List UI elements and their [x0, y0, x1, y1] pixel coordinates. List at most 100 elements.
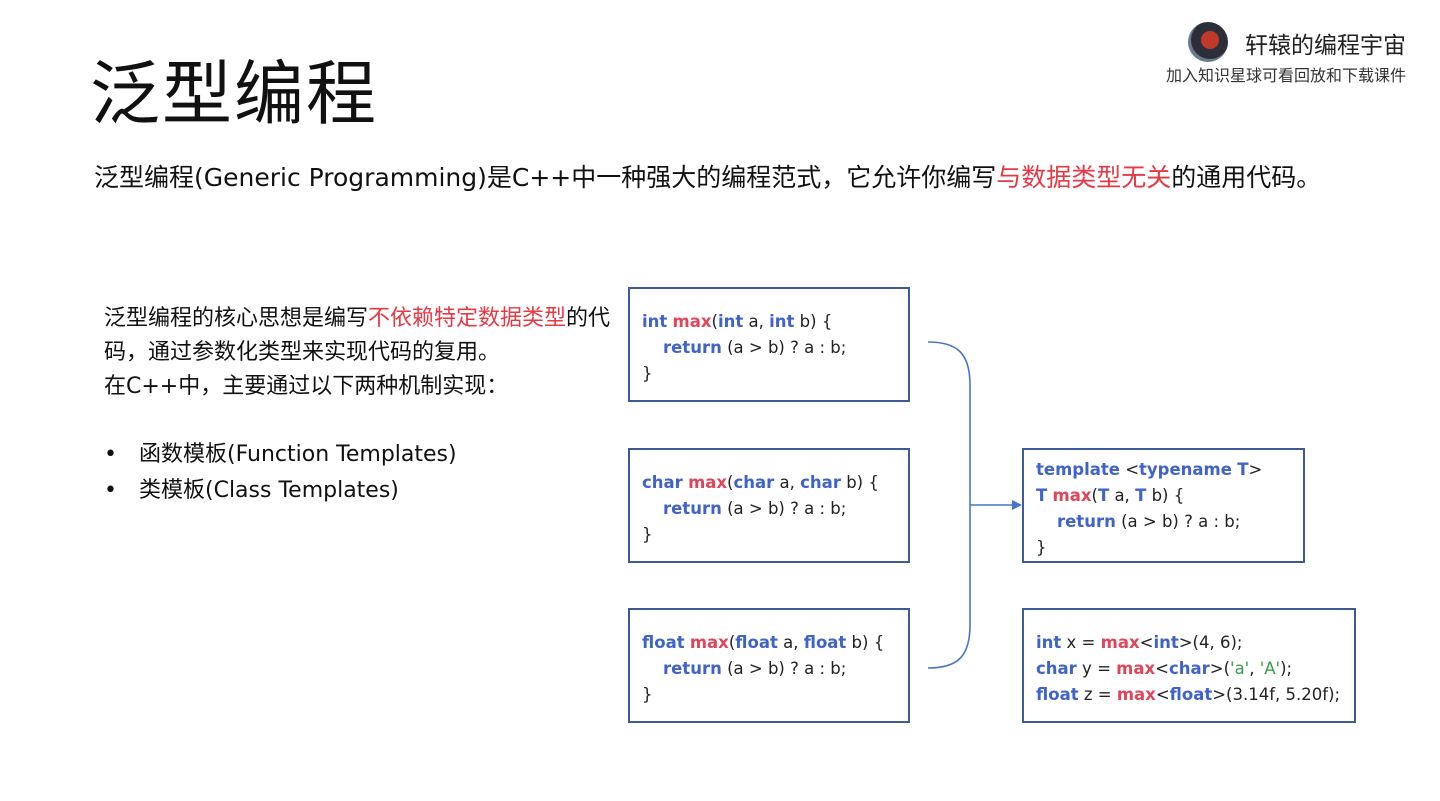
- code-punct: >: [1248, 460, 1263, 479]
- code-text: a,: [774, 473, 801, 492]
- code-line: int max(int a, int b) {: [642, 309, 908, 335]
- code-keyword: char: [1036, 659, 1077, 678]
- code-keyword: int: [1036, 633, 1062, 652]
- code-text: a,: [743, 312, 770, 331]
- code-function-name: max: [1100, 633, 1140, 652]
- code-box-template: template <typename T> T max(T a, T b) { r…: [1022, 448, 1305, 563]
- code-function-name: max: [1116, 659, 1156, 678]
- code-box-char-max: char max(char a, char b) { return (a > b…: [628, 448, 910, 563]
- list-item: • 函数模板(Function Templates): [104, 437, 457, 473]
- code-text: x =: [1061, 633, 1101, 652]
- code-line: int x = max<int>(4, 6);: [1036, 630, 1354, 656]
- code-keyword: T: [1036, 486, 1048, 505]
- code-function-name: max: [672, 312, 712, 331]
- brand-subtitle: 加入知识星球可看回放和下载课件: [1165, 66, 1406, 85]
- code-punct: );: [1280, 659, 1293, 678]
- code-keyword: int: [769, 312, 795, 331]
- code-line: }: [642, 364, 653, 383]
- code-keyword: float: [735, 633, 778, 652]
- code-keyword: typename: [1139, 460, 1232, 479]
- code-text: (a > b) ? a : b;: [721, 499, 847, 518]
- code-keyword: char: [800, 473, 841, 492]
- code-keyword: T: [1135, 486, 1147, 505]
- list-item-text: 函数模板(Function Templates): [139, 442, 457, 467]
- mechanism-list: • 函数模板(Function Templates) • 类模板(Class Tem…: [104, 437, 457, 509]
- code-line: }: [642, 525, 653, 544]
- code-line: char y = max<char>('a', 'A');: [1036, 656, 1354, 682]
- code-text: a,: [1109, 486, 1136, 505]
- code-function-name: max: [689, 633, 729, 652]
- brand-name: 轩辕的编程宇宙: [1245, 33, 1406, 59]
- code-punct: <: [1119, 460, 1140, 479]
- code-keyword: float: [642, 633, 685, 652]
- code-line: T max(T a, T b) {: [1036, 483, 1303, 509]
- core-mechanisms: 在C++中，主要通过以下两种机制实现：: [104, 374, 509, 399]
- code-box-usage: int x = max<int>(4, 6); char y = max<char…: [1022, 608, 1356, 723]
- code-punct: >(: [1209, 659, 1231, 678]
- code-line: return (a > b) ? a : b;: [642, 335, 908, 361]
- code-keyword: return: [662, 499, 722, 518]
- code-line: }: [1036, 538, 1047, 557]
- code-keyword: T: [1097, 486, 1110, 505]
- code-text: >(4, 6);: [1178, 633, 1243, 652]
- list-item-text: 类模板(Class Templates): [139, 478, 399, 503]
- page-title: 泛型编程: [90, 53, 378, 135]
- core-highlight: 不依赖特定数据类型: [368, 306, 567, 331]
- code-line: float z = max<float>(3.14f, 5.20f);: [1036, 682, 1354, 708]
- code-keyword: char: [1168, 659, 1210, 678]
- code-punct: <: [1139, 633, 1154, 652]
- code-keyword: char: [642, 473, 683, 492]
- code-text: z =: [1078, 685, 1117, 704]
- code-text: y =: [1076, 659, 1117, 678]
- code-line: char max(char a, char b) {: [642, 470, 908, 496]
- code-keyword: float: [1169, 685, 1213, 704]
- intro-prefix: 泛型编程(Generic Programming)是C++中一种强大的编程范式，…: [94, 163, 997, 192]
- bullet-icon: •: [104, 442, 117, 467]
- code-text: (a > b) ? a : b;: [721, 659, 847, 678]
- code-string: 'a': [1230, 659, 1250, 678]
- code-line: float max(float a, float b) {: [642, 630, 908, 656]
- core-prefix: 泛型编程的核心思想是编写: [104, 306, 369, 331]
- brace-path: [927, 341, 971, 669]
- brand-block: 轩辕的编程宇宙 加入知识星球可看回放和下载课件: [1126, 20, 1406, 90]
- code-text: (a > b) ? a : b;: [1115, 512, 1241, 531]
- core-idea-paragraph: 泛型编程的核心思想是编写不依赖特定数据类型的代码，通过参数化类型来实现代码的复用…: [104, 302, 614, 404]
- code-keyword: int: [717, 312, 744, 331]
- code-punct: ,: [1249, 659, 1260, 678]
- code-line: return (a > b) ? a : b;: [1036, 509, 1303, 535]
- code-text: (a > b) ? a : b;: [721, 338, 847, 357]
- code-keyword: T: [1237, 460, 1249, 479]
- code-line: }: [642, 685, 653, 704]
- code-box-int-max: int max(int a, int b) { return (a > b) ?…: [628, 287, 910, 402]
- code-text: a,: [777, 633, 804, 652]
- code-keyword: return: [662, 659, 722, 678]
- code-keyword: char: [733, 473, 775, 492]
- bullet-icon: •: [104, 478, 117, 503]
- code-text: b) {: [1146, 486, 1185, 505]
- avatar: [1188, 22, 1228, 62]
- code-line: return (a > b) ? a : b;: [642, 496, 908, 522]
- list-item: • 类模板(Class Templates): [104, 473, 457, 509]
- code-punct: <: [1155, 685, 1170, 704]
- code-text: b) {: [794, 312, 833, 331]
- code-keyword: return: [662, 338, 722, 357]
- code-keyword: int: [642, 312, 668, 331]
- code-box-float-max: float max(float a, float b) { return (a …: [628, 608, 910, 723]
- code-line: return (a > b) ? a : b;: [642, 656, 908, 682]
- code-text: >(3.14f, 5.20f);: [1212, 685, 1341, 704]
- intro-highlight: 与数据类型无关: [996, 163, 1172, 192]
- intro-suffix: 的通用代码。: [1171, 163, 1322, 192]
- intro-sentence: 泛型编程(Generic Programming)是C++中一种强大的编程范式，…: [94, 158, 1321, 194]
- arrow-head-icon: [1012, 500, 1022, 510]
- code-keyword: float: [1036, 685, 1079, 704]
- code-function-name: max: [1052, 486, 1092, 505]
- code-function-name: max: [688, 473, 728, 492]
- code-line: template <typename T>: [1036, 457, 1303, 483]
- code-function-name: max: [1116, 685, 1156, 704]
- code-text: b) {: [846, 633, 885, 652]
- code-keyword: float: [803, 633, 847, 652]
